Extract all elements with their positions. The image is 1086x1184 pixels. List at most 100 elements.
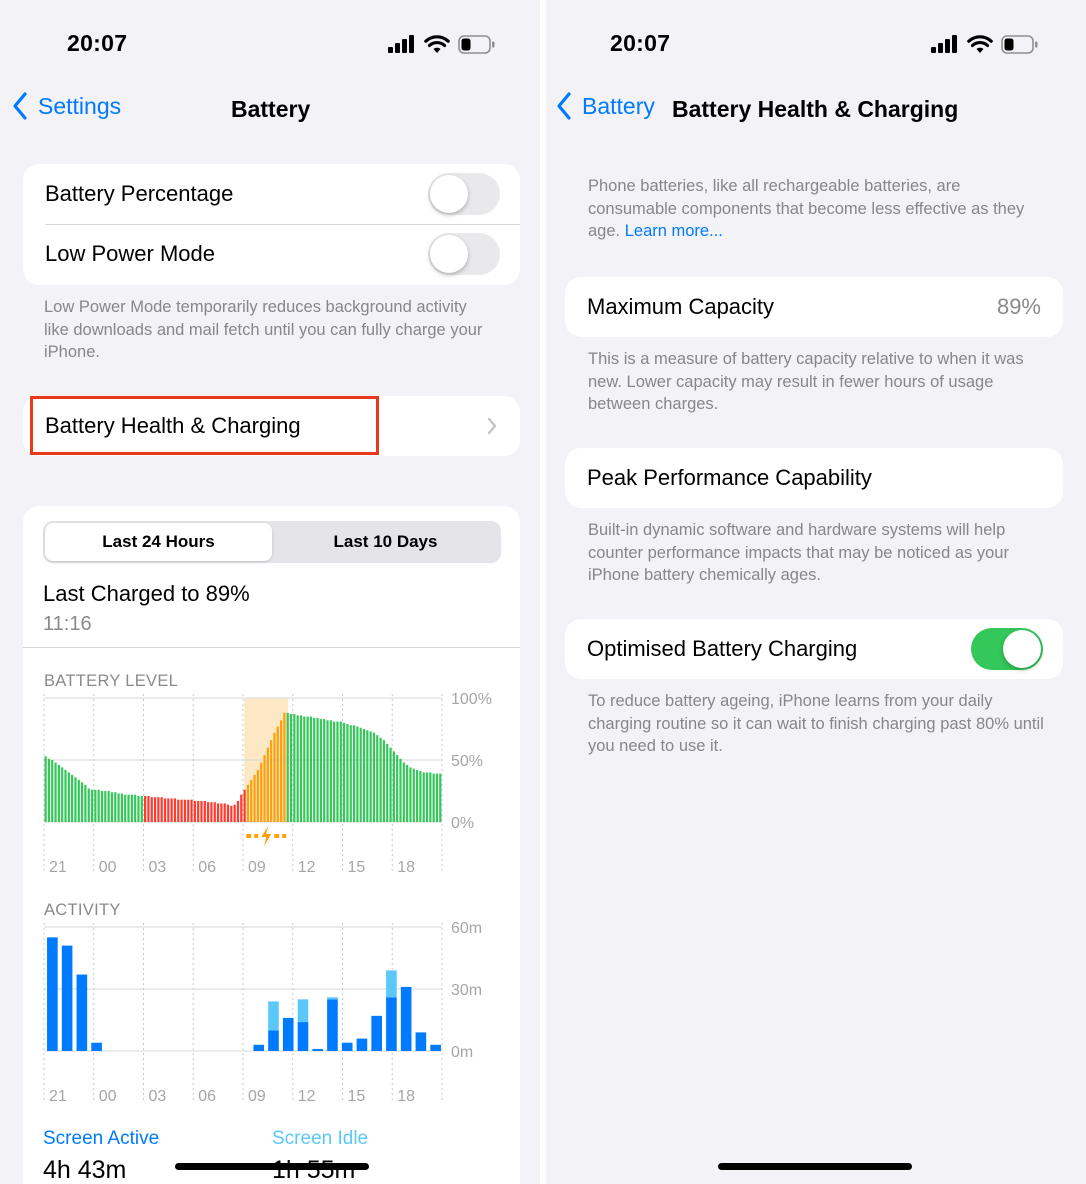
battery-level-bar: [216, 803, 220, 822]
battery-level-bar: [362, 729, 366, 822]
battery-level-bar: [134, 794, 137, 822]
battery-level-bar: [352, 725, 356, 822]
x-tick-label-activity: 00: [99, 1088, 117, 1105]
cellular-signal-icon: [388, 35, 414, 53]
battery-level-bar: [147, 795, 150, 822]
maximum-capacity-note: This is a measure of battery capacity re…: [588, 350, 1024, 413]
optimised-charging-toggle[interactable]: [971, 628, 1043, 670]
screen-idle-bar: [297, 999, 309, 1023]
x-tick-label-activity: 21: [49, 1088, 67, 1105]
x-tick-label: 21: [49, 859, 67, 876]
battery-level-bar: [329, 720, 332, 822]
status-time: 20:07: [610, 30, 671, 56]
battery-level-bar: [74, 777, 77, 822]
battery-level-bar: [200, 800, 203, 822]
back-label: Settings: [38, 92, 122, 119]
battery-level-bar: [47, 758, 51, 822]
battery-level-bar: [376, 735, 379, 822]
battery-level-bar: [293, 714, 296, 822]
screen-idle-bar: [386, 970, 397, 998]
battery-level-bar: [223, 803, 226, 822]
wifi-icon: [967, 35, 993, 53]
battery-level-bar: [369, 731, 372, 822]
battery-level-bar: [80, 782, 84, 822]
battery-level-bar: [309, 716, 313, 822]
battery-level-bar: [97, 789, 100, 822]
battery-level-bar: [130, 794, 133, 822]
optimised-charging-note: To reduce battery ageing, iPhone learns …: [588, 692, 1044, 755]
battery-level-bar: [399, 758, 402, 822]
battery-level-bar: [263, 755, 266, 822]
battery-level-bar: [429, 772, 432, 822]
battery-level-bar: [419, 771, 422, 822]
tab-last-10-days[interactable]: Last 10 Days: [272, 523, 499, 561]
battery-level-bar: [226, 804, 230, 822]
battery-level-bar: [333, 721, 336, 822]
battery-level-bar: [67, 772, 70, 822]
screen-active-bar: [61, 945, 73, 1051]
battery-level-bar: [243, 789, 246, 822]
peak-performance-label: Peak Performance Capability: [587, 465, 872, 490]
battery-level-bar: [51, 760, 54, 822]
battery-level-bar: [236, 800, 240, 822]
y-tick-label: 60m: [451, 921, 482, 937]
battery-level-bar: [359, 727, 362, 822]
battery-level-bar: [220, 803, 223, 822]
battery-level-bar: [415, 769, 419, 822]
x-tick-label: 06: [198, 859, 216, 876]
battery-level-bar: [435, 773, 439, 822]
battery-level-bar: [233, 804, 236, 822]
battery-level-bar: [193, 800, 196, 822]
screen-active-bar: [297, 1022, 309, 1051]
battery-level-bar: [422, 772, 425, 822]
battery-level-bar: [379, 737, 382, 822]
battery-level-bar: [253, 774, 256, 822]
battery-level-bar: [177, 799, 180, 822]
peak-performance-row: Peak Performance Capability: [565, 448, 1063, 508]
battery-level-bar: [319, 719, 322, 822]
battery-level-bar: [372, 732, 376, 822]
battery-level-bar: [160, 797, 163, 822]
y-tick-label: 50%: [451, 753, 483, 770]
battery-level-bar: [84, 784, 87, 822]
cellular-signal-icon: [931, 35, 957, 53]
battery-level-title: BATTERY LEVEL: [44, 672, 179, 690]
battery-level-bar: [90, 789, 94, 822]
battery-level-bar: [114, 792, 117, 822]
status-icons: [388, 34, 496, 54]
screen-active-bar: [282, 1017, 294, 1051]
chevron-left-icon: [557, 92, 571, 120]
back-to-battery-button[interactable]: Battery: [556, 92, 655, 120]
low-power-mode-toggle[interactable]: [428, 233, 500, 275]
x-tick-label: 18: [397, 859, 415, 876]
battery-percentage-toggle[interactable]: [428, 173, 500, 215]
maximum-capacity-row: Maximum Capacity 89%: [565, 277, 1063, 337]
battery-percentage-row: Battery Percentage: [23, 164, 520, 224]
screen-active-bar: [47, 937, 58, 1051]
battery-level-bar: [406, 764, 409, 822]
battery-level-bar: [276, 726, 279, 822]
x-tick-label-activity: 15: [348, 1088, 366, 1105]
screen-active-bar: [312, 1048, 324, 1051]
battery-level-bar: [306, 716, 309, 822]
back-to-settings-button[interactable]: Settings: [12, 92, 121, 120]
learn-more-link[interactable]: Learn more...: [625, 222, 723, 240]
x-tick-label: 09: [248, 859, 266, 876]
screen-active-bar: [356, 1038, 368, 1051]
battery-level-bar: [120, 793, 123, 822]
highlight-box: [30, 396, 379, 455]
battery-level-bar: [250, 779, 253, 822]
battery-level-bar: [396, 755, 399, 822]
charging-bolt-icon: [246, 826, 287, 846]
battery-level-chart: 100% 50% 0% 21 00 03 06 09 12 15 18: [43, 692, 492, 876]
battery-level-bar: [230, 805, 233, 822]
battery-level-bar: [87, 788, 90, 822]
battery-level-bar: [296, 715, 299, 822]
battery-level-bar: [157, 797, 160, 822]
battery-level-bar: [289, 714, 293, 822]
maximum-capacity-value: 89%: [996, 294, 1041, 319]
activity-chart: 60m30m0m210003060912151813 Dec: [43, 921, 482, 1105]
screen-active-bar: [268, 1030, 279, 1051]
battery-level-bar: [389, 747, 392, 822]
tab-last-24-hours[interactable]: Last 24 Hours: [45, 523, 272, 561]
